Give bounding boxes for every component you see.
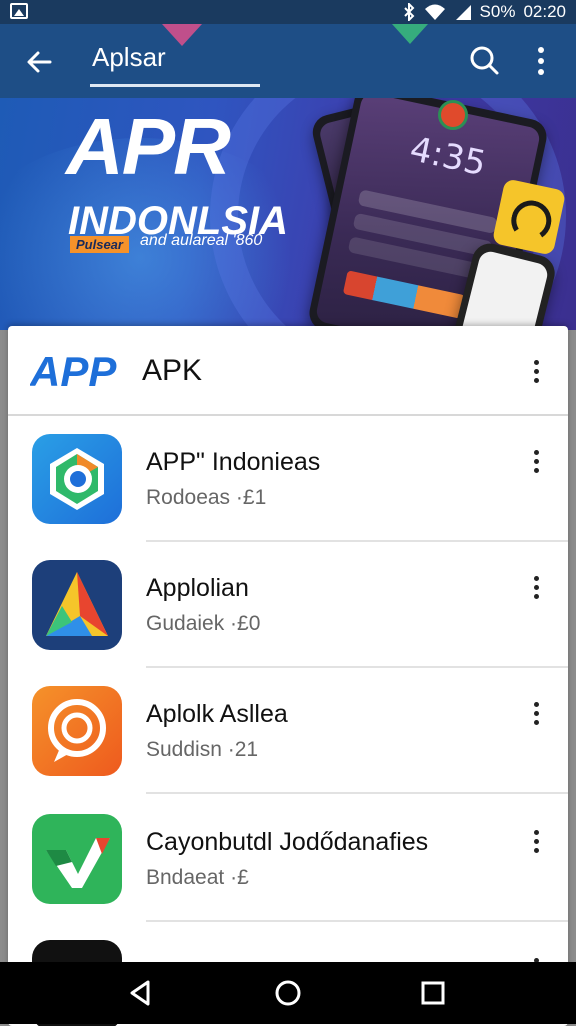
list-item[interactable]: Aplolk Asllea Suddisn ·21 bbox=[8, 668, 568, 794]
app-list-card: APP APK APP" Indonieas Rodoeas ·£1 Applo… bbox=[8, 326, 568, 1026]
nav-recents-icon bbox=[421, 981, 445, 1005]
more-vert-icon bbox=[538, 47, 544, 75]
nav-home-button[interactable] bbox=[271, 976, 305, 1010]
nav-back-button[interactable] bbox=[124, 976, 158, 1010]
shield-hex-icon bbox=[32, 434, 122, 524]
phone-clock: 4:35 bbox=[406, 129, 490, 185]
more-vert-icon[interactable] bbox=[526, 444, 546, 478]
app-title: APP" Indonieas bbox=[146, 448, 321, 476]
app-subtitle: Bndaeat ·£ bbox=[146, 866, 249, 889]
list-item[interactable]: APP" Indonieas Rodoeas ·£1 bbox=[8, 416, 568, 542]
check-v-icon bbox=[32, 814, 122, 904]
banner-title: APR bbox=[66, 102, 231, 191]
signal-icon bbox=[455, 5, 471, 20]
promo-banner[interactable]: APR INDONLSIA Pulsear and aulareal '860 … bbox=[0, 98, 576, 330]
clock: 02:20 bbox=[523, 2, 566, 21]
app-subtitle: Gudaiek ·£0 bbox=[146, 612, 261, 635]
app-subtitle: Rodoeas ·£1 bbox=[146, 486, 267, 509]
wifi-icon bbox=[424, 4, 445, 20]
divider bbox=[146, 792, 568, 794]
more-vert-icon[interactable] bbox=[526, 354, 546, 388]
more-options-button[interactable] bbox=[528, 44, 554, 78]
phone-color-blocks bbox=[342, 270, 466, 319]
list-item[interactable]: Applolian Gudaiek ·£0 bbox=[8, 542, 568, 668]
nav-back-icon bbox=[130, 980, 150, 1006]
navigation-bar bbox=[0, 962, 576, 1024]
chat-bubble-icon bbox=[32, 686, 122, 776]
banner-tag: Pulsear bbox=[70, 236, 129, 253]
bluetooth-icon bbox=[403, 3, 414, 21]
app-logo: APP bbox=[30, 348, 117, 392]
back-button[interactable] bbox=[22, 44, 58, 80]
triangle-a-icon bbox=[32, 560, 122, 650]
decor-triangle bbox=[392, 24, 428, 44]
search-icon bbox=[470, 46, 499, 75]
more-vert-icon[interactable] bbox=[526, 696, 546, 730]
gallery-icon bbox=[10, 3, 28, 19]
decor-triangle bbox=[162, 24, 202, 46]
toolbar-title[interactable]: Aplsar bbox=[92, 42, 166, 78]
app-title: Applolian bbox=[146, 574, 249, 602]
banner-tagline: and aulareal '860 bbox=[140, 232, 263, 249]
title-underline bbox=[90, 84, 260, 87]
section-header: APP APK bbox=[8, 326, 568, 416]
divider bbox=[146, 920, 568, 922]
app-subtitle: Suddisn ·21 bbox=[146, 738, 259, 761]
section-title: APK bbox=[142, 354, 203, 387]
search-button[interactable] bbox=[466, 42, 502, 78]
badge-decoration bbox=[438, 100, 468, 130]
more-vert-icon[interactable] bbox=[526, 570, 546, 604]
status-icons: S0% 02:20 bbox=[402, 2, 566, 22]
arrow-back-icon bbox=[27, 51, 52, 73]
status-bar: S0% 02:20 bbox=[0, 0, 576, 24]
battery-text: S0% bbox=[479, 2, 516, 21]
app-logo-text: APP bbox=[30, 348, 117, 392]
app-title: Cayonbutdl Jodődanafies bbox=[146, 828, 429, 856]
list-item[interactable]: Cayonbutdl Jodődanafies Bndaeat ·£ bbox=[8, 796, 568, 922]
nav-home-icon bbox=[275, 980, 301, 1006]
nav-recents-button[interactable] bbox=[416, 976, 450, 1010]
app-bar: Aplsar bbox=[0, 24, 576, 98]
more-vert-icon[interactable] bbox=[526, 824, 546, 858]
app-title: Aplolk Asllea bbox=[146, 700, 288, 728]
